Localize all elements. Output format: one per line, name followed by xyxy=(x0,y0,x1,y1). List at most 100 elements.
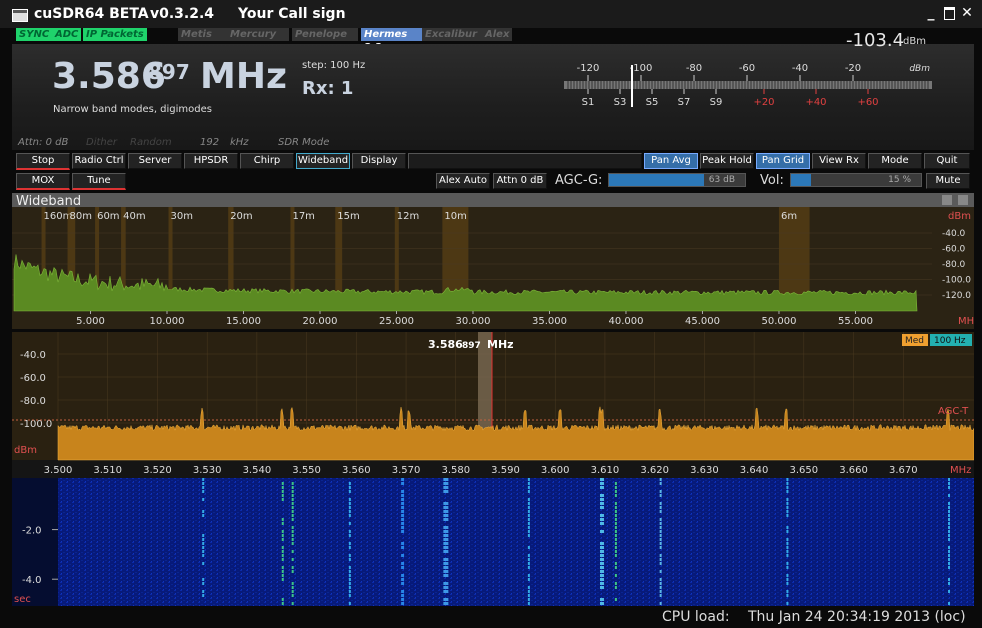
server-button[interactable]: Server xyxy=(128,153,182,169)
band-label: 20m xyxy=(230,211,252,222)
wideband-x-tick: 5.000 xyxy=(76,316,105,327)
meter-dbm-tick: -20 xyxy=(845,63,861,74)
sync-chip: SYNC xyxy=(16,28,53,41)
panadapter-x-tick: 3.550 xyxy=(292,465,321,476)
mercury-chip: Mercury xyxy=(227,28,289,41)
panadapter-trace xyxy=(57,406,975,461)
app-title: cuSDR64 BETA xyxy=(34,6,149,22)
minimize-icon[interactable]: _ xyxy=(924,6,938,20)
display-button[interactable]: Display xyxy=(352,153,406,169)
attn-button[interactable]: Attn 0 dB xyxy=(493,173,547,189)
agc-gain-value: 63 dB xyxy=(708,175,735,185)
datetime-label: Thu Jan 24 20:34:19 2013 (loc) xyxy=(748,609,966,625)
volume-fill xyxy=(791,174,811,186)
sample-rate-unit: kHz xyxy=(230,137,249,148)
callsign: Your Call sign xyxy=(238,6,346,22)
panadapter-x-tick: 3.620 xyxy=(640,465,669,476)
meter-plus-tick: +60 xyxy=(857,97,878,108)
panadapter-y-tick: -80.0 xyxy=(20,396,46,407)
random-label: Random xyxy=(130,137,172,148)
quit-button[interactable]: Quit xyxy=(924,153,970,169)
waterfall: -2.0 -4.0 sec xyxy=(12,478,974,606)
panadapter-x-tick: 3.560 xyxy=(342,465,371,476)
chirp-button[interactable]: Chirp xyxy=(240,153,294,169)
panadapter-x-tick: 3.580 xyxy=(441,465,470,476)
mode-description: Narrow band modes, digimodes xyxy=(53,104,212,115)
wideband-x-tick: 55.000 xyxy=(838,316,873,327)
tune-button[interactable]: Tune xyxy=(72,173,126,190)
meter-plus-tick: +40 xyxy=(805,97,826,108)
panadapter-x-tick: 3.600 xyxy=(541,465,570,476)
band-label: 6m xyxy=(781,211,797,222)
frequency-sub[interactable]: 897 xyxy=(148,60,190,84)
tuning-step: step: 100 Hz xyxy=(302,60,366,71)
wideband-x-tick: 25.000 xyxy=(379,316,414,327)
wideband-spectrum-panel[interactable]: Wideband 160m 80m 60m 40m 30m 20m 17m 15m 12m 10m… xyxy=(12,193,979,329)
dither-label: Dither xyxy=(86,137,118,148)
wideband-x-tick: 35.000 xyxy=(532,316,567,327)
waterfall-panel[interactable]: -2.0 -4.0 sec xyxy=(12,478,974,606)
band-label: 80m xyxy=(70,211,92,222)
adc-chip: ADC xyxy=(52,28,82,41)
cpu-load-label: CPU load: xyxy=(662,609,730,625)
signal-level-unit: dBm xyxy=(903,36,926,47)
mute-button[interactable]: Mute xyxy=(926,173,970,189)
band-label: 17m xyxy=(292,211,314,222)
s-meter: -120 -100 -80 -60 -40 -20 dBm S1 S3 S5 S7 S9 +20 +40 +… xyxy=(564,63,932,108)
meter-plus-tick: +20 xyxy=(753,97,774,108)
center-frequency-main: 3.586 xyxy=(428,338,463,351)
waterfall-time-tick: -4.0 xyxy=(22,575,42,586)
hpsdr-button[interactable]: HPSDR xyxy=(184,153,238,169)
agc-t-label: AGC-T xyxy=(938,406,969,417)
meter-s-tick: S9 xyxy=(710,97,723,108)
mode-button[interactable]: Mode xyxy=(868,153,922,169)
meter-dbm-tick: -60 xyxy=(739,63,755,74)
sdr-mode-label: SDR Mode xyxy=(278,137,330,148)
view-rx-button[interactable]: View Rx xyxy=(812,153,866,169)
signal-level-value: -103.4 xyxy=(846,30,905,51)
panadapter-x-tick: 3.540 xyxy=(243,465,272,476)
pan-grid-button[interactable]: Pan Grid xyxy=(756,153,810,169)
radio-ctrl-button[interactable]: Radio Ctrl xyxy=(72,153,126,169)
waterfall-noise-field xyxy=(58,478,974,606)
panadapter-unit-y: dBm xyxy=(14,445,37,456)
band-label: 15m xyxy=(337,211,359,222)
wideband-close-icon[interactable] xyxy=(958,195,968,205)
meter-dbm-unit: dBm xyxy=(909,64,930,74)
frequency-unit: MHz xyxy=(200,56,287,97)
stop-button[interactable]: Stop xyxy=(16,153,70,170)
wideband-button[interactable]: Wideband xyxy=(296,153,350,169)
penelope-chip: Penelope xyxy=(292,28,358,41)
close-icon[interactable]: ✕ xyxy=(960,6,974,20)
wideband-x-tick: 10.000 xyxy=(149,316,184,327)
wideband-float-icon[interactable] xyxy=(942,195,952,205)
bandwidth-label: 100 Hz xyxy=(934,336,966,346)
panadapter-x-tick: 3.640 xyxy=(740,465,769,476)
main-window: cuSDR64 BETA v0.3.2.4 Your Call sign _ ✕… xyxy=(0,0,982,628)
mox-button[interactable]: MOX xyxy=(16,173,70,190)
volume-value: 15 % xyxy=(888,175,911,185)
center-frequency-unit: MHz xyxy=(487,338,514,351)
wideband-unit-y: dBm xyxy=(948,211,971,222)
maximize-icon[interactable] xyxy=(942,6,956,20)
wideband-x-tick: 50.000 xyxy=(761,316,796,327)
panadapter-x-tick: 3.610 xyxy=(591,465,620,476)
meter-s-tick: S1 xyxy=(582,97,595,108)
peak-hold-button[interactable]: Peak Hold xyxy=(700,153,754,169)
volume-slider[interactable]: 15 % xyxy=(790,173,922,187)
agc-gain-fill xyxy=(609,174,705,186)
panadapter-panel[interactable]: -40.0 -60.0 -80.0 -100.0 3.500 3.510 3.520 3.5… xyxy=(12,332,975,478)
meter-s-tick: S3 xyxy=(614,97,627,108)
agc-gain-slider[interactable]: 63 dB xyxy=(608,173,746,187)
wideband-y-tick: -80.0 xyxy=(942,260,966,270)
waterfall-unit: sec xyxy=(14,594,31,605)
panadapter-x-tick: 3.670 xyxy=(889,465,918,476)
volume-label: Vol: xyxy=(760,173,784,188)
panadapter-x-tick: 3.500 xyxy=(44,465,73,476)
panadapter-x-tick: 3.520 xyxy=(143,465,172,476)
band-label: 40m xyxy=(123,211,145,222)
metis-chip: Metis xyxy=(178,28,228,41)
alex-auto-button[interactable]: Alex Auto xyxy=(436,173,490,189)
panadapter-x-tick: 3.660 xyxy=(839,465,868,476)
pan-avg-button[interactable]: Pan Avg xyxy=(644,153,698,169)
